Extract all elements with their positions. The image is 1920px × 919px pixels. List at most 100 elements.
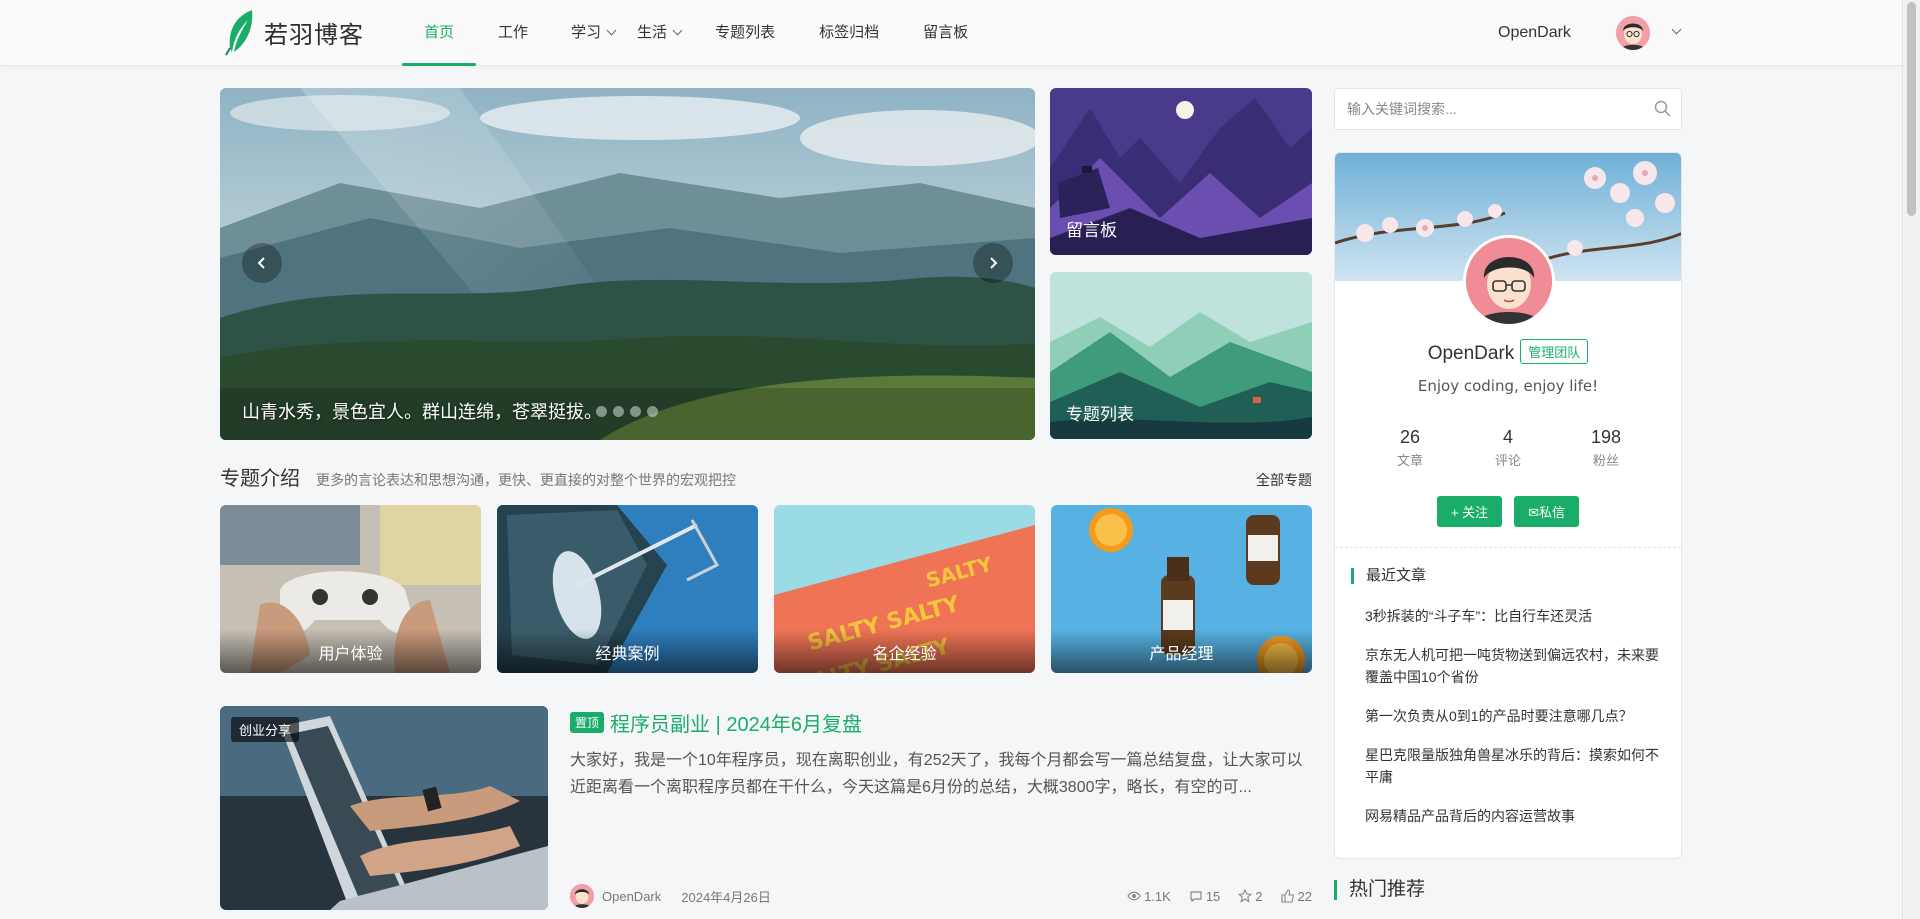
carousel-dot[interactable]: [596, 406, 607, 417]
feature-card-topics[interactable]: 专题列表: [1050, 272, 1312, 439]
topic-card-label: 产品经理: [1051, 629, 1312, 673]
recent-posts-list: 3秒拆装的“斗子车”：比自行车还灵活 京东无人机可把一吨货物送到偏远农村，未来要…: [1365, 605, 1665, 844]
divider: [1335, 547, 1681, 548]
stat-number: 4: [1502, 427, 1513, 447]
carousel-dots: [596, 406, 658, 417]
hero-carousel[interactable]: 山青水秀，景色宜人。群山连绵，苍翠挺拔。: [220, 88, 1035, 440]
avatar-face-icon: [1466, 238, 1552, 324]
feature-card-label: 留言板: [1066, 221, 1117, 240]
feature-card-guestbook[interactable]: 留言板: [1050, 88, 1312, 255]
post-author[interactable]: OpenDark: [602, 889, 661, 904]
star-count-value: 2: [1255, 888, 1263, 904]
site-title: 若羽博客: [264, 21, 364, 49]
search-box: [1334, 88, 1682, 130]
recent-post-link[interactable]: 3秒拆装的“斗子车”：比自行车还灵活: [1365, 605, 1665, 627]
post-meta: OpenDark 2024年4月26日 1.1K 15 2 22: [570, 884, 1312, 908]
carousel-next-button[interactable]: [973, 243, 1013, 283]
like-count-value: 22: [1297, 888, 1312, 904]
feather-logo-icon: [225, 10, 253, 56]
nav-item-life[interactable]: 生活: [625, 0, 691, 66]
nav-item-guestbook[interactable]: 留言板: [901, 0, 990, 66]
chevron-down-icon[interactable]: [1671, 24, 1682, 35]
recent-post-link[interactable]: 网易精品产品背后的内容运营故事: [1365, 805, 1665, 827]
category-tag[interactable]: 创业分享: [231, 717, 300, 742]
carousel-dot[interactable]: [613, 406, 624, 417]
avatar-face-icon: [570, 884, 594, 908]
avatar-face-icon: [1616, 16, 1650, 50]
recent-post-link[interactable]: 星巴克限量版独角兽星冰乐的背后：摸索如何不平庸: [1365, 744, 1665, 788]
nav-item-topics[interactable]: 专题列表: [691, 0, 797, 66]
profile-bio: Enjoy coding, enjoy life!: [1417, 377, 1599, 395]
feature-card-label: 专题列表: [1066, 405, 1134, 424]
stat-articles[interactable]: 26 文章: [1370, 427, 1450, 469]
stat-label: 文章: [1396, 453, 1423, 468]
recent-posts-title: 最近文章: [1351, 568, 1426, 584]
post-thumbnail[interactable]: 创业分享: [220, 706, 548, 910]
avatar[interactable]: [570, 884, 594, 908]
post-excerpt: 大家好，我是一个10年程序员，现在离职创业，有252天了，我每个月都会写一篇总结…: [570, 752, 1303, 796]
topic-card-cases[interactable]: 经典案例: [497, 505, 758, 673]
carousel-prev-button[interactable]: [242, 243, 282, 283]
carousel-dot[interactable]: [630, 406, 641, 417]
stat-label: 粉丝: [1592, 453, 1619, 468]
chevron-down-icon: [606, 25, 617, 36]
topic-card-label: 名企经验: [774, 629, 1035, 673]
pinned-badge: 置顶: [570, 712, 605, 733]
site-logo[interactable]: 若羽博客: [222, 8, 364, 56]
profile-name-row: OpenDark 管理团队: [1335, 339, 1681, 366]
profile-name[interactable]: OpenDark: [1428, 343, 1515, 364]
post-title-link[interactable]: 程序员副业 | 2024年6月复盘: [610, 708, 862, 737]
nav-label: 留言板: [923, 24, 969, 41]
hot-recommend-title: 热门推荐: [1334, 880, 1425, 900]
recent-post-link[interactable]: 京东无人机可把一吨货物送到偏远农村，未来要覆盖中国10个省份: [1365, 644, 1665, 688]
search-button[interactable]: [1654, 100, 1671, 122]
stat-comments[interactable]: 4 评论: [1468, 427, 1548, 469]
profile-card: OpenDark 管理团队 Enjoy coding, enjoy life! 2…: [1334, 152, 1682, 859]
top-navigation-bar: 若羽博客 首页 工作 学习 生活 专题列表 标签归档 留言板 OpenDark: [0, 0, 1902, 66]
carousel-caption: 山青水秀，景色宜人。群山连绵，苍翠挺拔。: [242, 402, 602, 422]
carousel-dot[interactable]: [647, 406, 658, 417]
recent-post-link[interactable]: 第一次负责从0到1的产品时要注意哪几点？: [1365, 705, 1665, 727]
profile-actions: + 关注 ✉私信: [1335, 496, 1681, 527]
topic-card-label: 经典案例: [497, 629, 758, 673]
comment-count[interactable]: 15: [1189, 889, 1220, 904]
like-count[interactable]: 22: [1280, 888, 1312, 904]
topic-card-pm[interactable]: 产品经理: [1051, 505, 1312, 673]
nav-item-work[interactable]: 工作: [476, 0, 549, 66]
profile-avatar[interactable]: [1463, 235, 1555, 327]
stat-number: 198: [1590, 427, 1622, 447]
section-description: 更多的言论表达和思想沟通，更快、更直接的对整个世界的宏观把控: [316, 472, 736, 488]
avatar[interactable]: [1616, 16, 1650, 50]
stat-followers[interactable]: 198 粉丝: [1566, 427, 1646, 469]
follow-button[interactable]: + 关注: [1436, 496, 1503, 527]
role-badge: 管理团队: [1520, 339, 1589, 364]
topic-card-enterprise[interactable]: SALTY SALTY SALTY SALTY SALTY 名企经验: [774, 505, 1035, 673]
star-count[interactable]: 2: [1238, 888, 1263, 904]
mountain-landscape-image: [220, 88, 1035, 440]
view-count-value: 1.1K: [1144, 888, 1171, 904]
post-title-row: 置顶 程序员副业 | 2024年6月复盘: [570, 708, 862, 737]
all-topics-link[interactable]: 全部专题: [1256, 470, 1312, 490]
profile-stats: 26 文章 4 评论 198 粉丝: [1335, 427, 1681, 469]
main-nav: 首页 工作 学习 生活 专题列表 标签归档 留言板: [402, 0, 990, 66]
topics-section-header: 专题介绍 更多的言论表达和思想沟通，更快、更直接的对整个世界的宏观把控 全部专题: [220, 462, 1312, 491]
page-scrollbar[interactable]: [1902, 0, 1920, 919]
star-icon: [1238, 889, 1253, 903]
search-input[interactable]: [1335, 89, 1635, 129]
nav-label: 首页: [424, 24, 455, 41]
nav-label: 生活: [637, 24, 668, 41]
nav-item-tags[interactable]: 标签归档: [797, 0, 901, 66]
nav-label: 学习: [571, 24, 602, 41]
chevron-down-icon: [672, 25, 683, 36]
scrollbar-thumb[interactable]: [1907, 2, 1916, 216]
stat-label: 评论: [1494, 453, 1521, 468]
message-button[interactable]: ✉私信: [1514, 496, 1580, 527]
post-date: 2024年4月26日: [681, 889, 771, 905]
topic-card-ux[interactable]: 用户体验: [220, 505, 481, 673]
topic-card-label: 用户体验: [220, 629, 481, 673]
nav-label: 工作: [498, 24, 529, 41]
nav-item-study[interactable]: 学习: [549, 0, 625, 66]
user-name-link[interactable]: OpenDark: [1498, 0, 1571, 66]
section-title: 专题介绍: [220, 468, 300, 490]
nav-item-home[interactable]: 首页: [402, 0, 477, 66]
